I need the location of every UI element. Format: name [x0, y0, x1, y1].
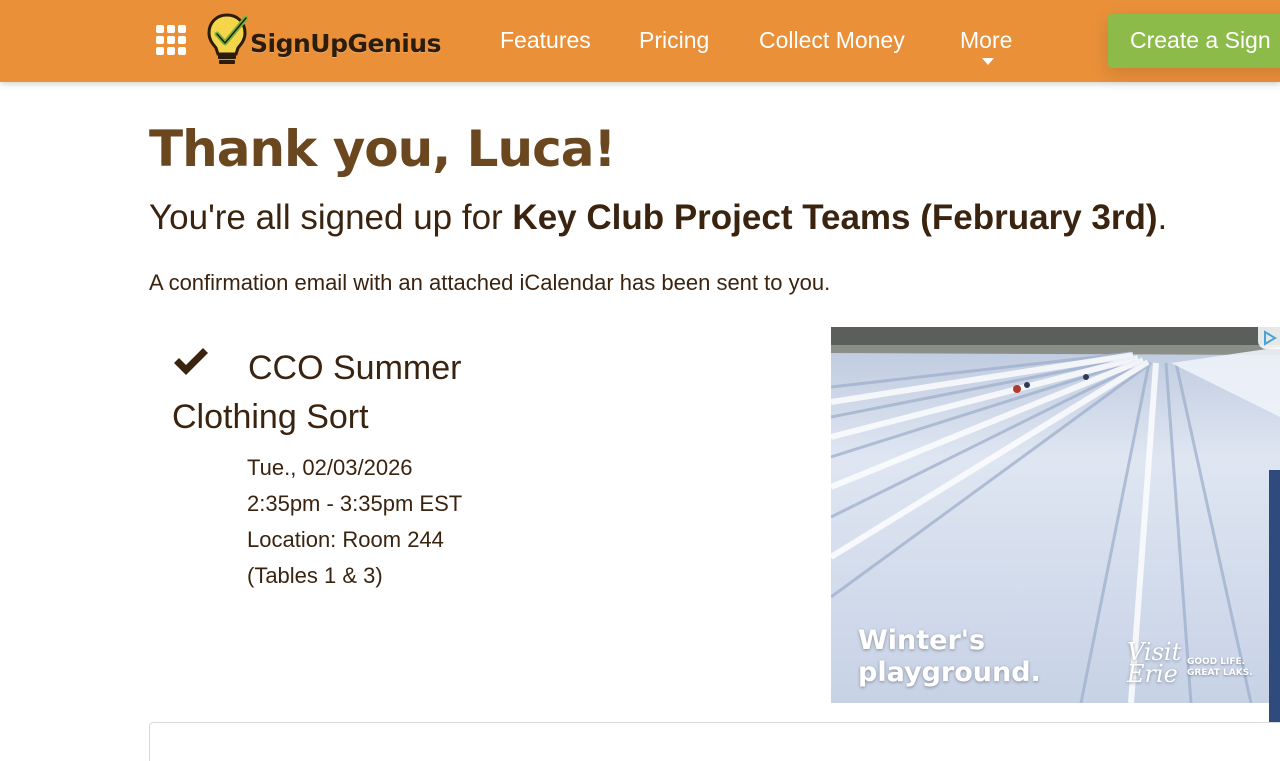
confirmation-message: A confirmation email with an attached iC… — [149, 270, 831, 295]
slot-time: 2:35pm - 3:35pm EST — [247, 491, 463, 516]
slot-details: Tue., 02/03/2026 2:35pm - 3:35pm EST Loc… — [247, 450, 462, 594]
signup-summary: You're all signed up for Key Club Projec… — [149, 198, 1167, 238]
summary-suffix: . — [1157, 198, 1168, 237]
brand-name: SignUpGenius — [250, 28, 442, 58]
page-title: Thank you, Luca! — [149, 120, 616, 178]
ad-headline-line1: Winter's — [858, 625, 986, 656]
nav-features[interactable]: Features — [500, 27, 591, 54]
nav-collect-money[interactable]: Collect Money — [759, 27, 905, 54]
nav-pricing[interactable]: Pricing — [639, 27, 709, 54]
event-name[interactable]: Key Club Project Teams (February 3rd) — [512, 198, 1157, 237]
side-panel-edge — [1269, 470, 1280, 722]
ad-headline: Winter's playground. — [858, 625, 1041, 689]
create-signup-button[interactable]: Create a Sign — [1108, 14, 1280, 68]
signupgenius-logo[interactable]: SignUpGenius — [206, 10, 442, 70]
slot-date: Tue., 02/03/2026 — [247, 455, 413, 480]
ad-brand-line2: Erie — [1127, 660, 1178, 688]
slot-location: Location: Room 244 — [247, 527, 444, 552]
caret-down-icon[interactable] — [982, 58, 994, 66]
advertisement[interactable]: Winter's playground. Visit Erie GOOD LIF… — [831, 327, 1280, 703]
bottom-panel — [149, 722, 1280, 761]
nav-more[interactable]: More — [960, 27, 1012, 54]
grid-icon[interactable] — [155, 24, 187, 56]
adchoices-icon[interactable] — [1258, 327, 1280, 349]
ad-headline-line2: playground. — [858, 657, 1041, 688]
ad-tagline: GOOD LIFE. GREAT LAKS. — [1187, 657, 1253, 678]
slot-note: (Tables 1 & 3) — [247, 563, 383, 588]
slot-title: CCO Summer Clothing Sort — [172, 349, 462, 436]
lightbulb-icon — [207, 13, 248, 64]
ad-brand-logo: Visit Erie — [1127, 640, 1181, 688]
summary-prefix: You're all signed up for — [149, 198, 513, 237]
top-navigation-bar: SignUpGenius Features Pricing Collect Mo… — [0, 0, 1280, 82]
